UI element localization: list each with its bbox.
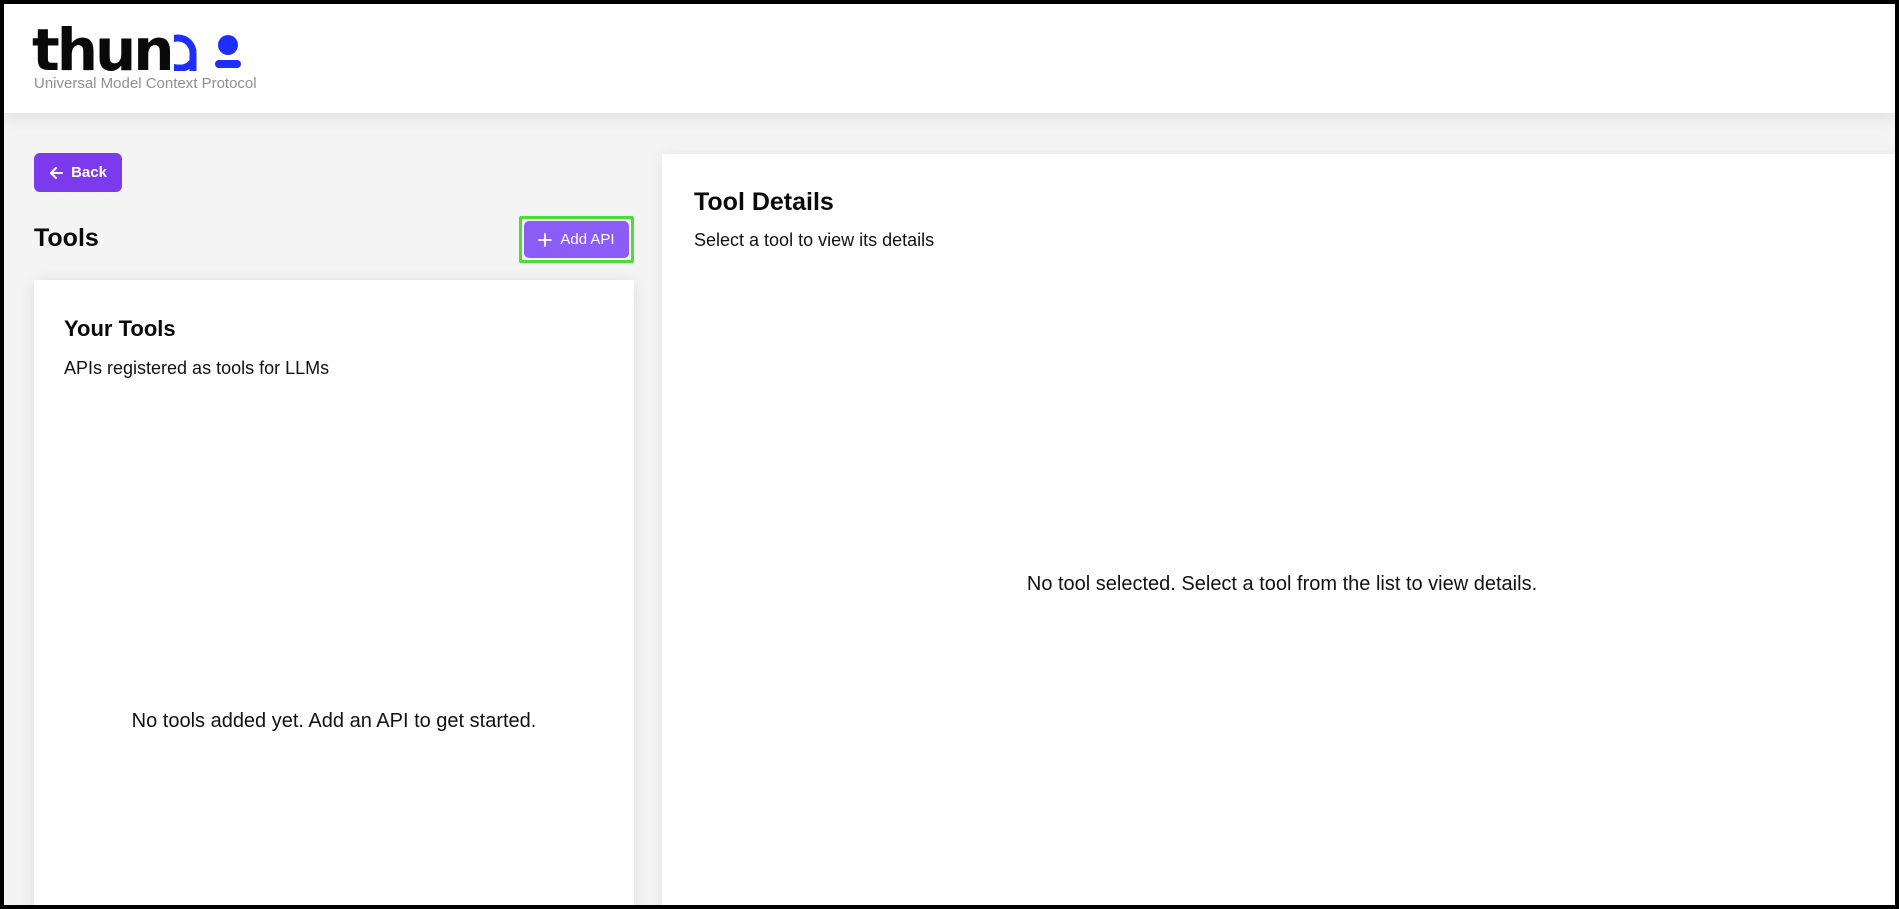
your-tools-subtitle: APIs registered as tools for LLMs (64, 358, 330, 378)
arrow-left-icon (49, 166, 64, 180)
app-window: thun Universal Model Context Protocol Ba… (4, 4, 1895, 905)
add-api-label: Add API (560, 231, 615, 248)
tools-heading: Tools (34, 224, 99, 252)
app-header: thun Universal Model Context Protocol (4, 4, 1895, 113)
your-tools-card: Your Tools APIs registered as tools for … (34, 280, 634, 905)
tools-empty-state: No tools added yet. Add an API to get st… (131, 710, 537, 732)
tool-details-empty-state: No tool selected. Select a tool from the… (1026, 573, 1538, 595)
back-button-label: Back (71, 164, 107, 181)
back-button[interactable]: Back (34, 153, 122, 192)
logo-wordmark: thun (32, 16, 175, 84)
tool-details-card: Tool Details Select a tool to view its d… (662, 154, 1895, 905)
your-tools-title: Your Tools (64, 316, 176, 341)
logo-tagline: Universal Model Context Protocol (34, 75, 257, 92)
plus-icon (538, 232, 553, 247)
logo-ai-mark-icon (159, 31, 244, 76)
tool-details-title: Tool Details (694, 188, 834, 216)
tool-details-subtitle: Select a tool to view its details (694, 230, 935, 250)
logo: thun (32, 16, 244, 84)
add-api-button[interactable]: Add API (524, 221, 629, 258)
